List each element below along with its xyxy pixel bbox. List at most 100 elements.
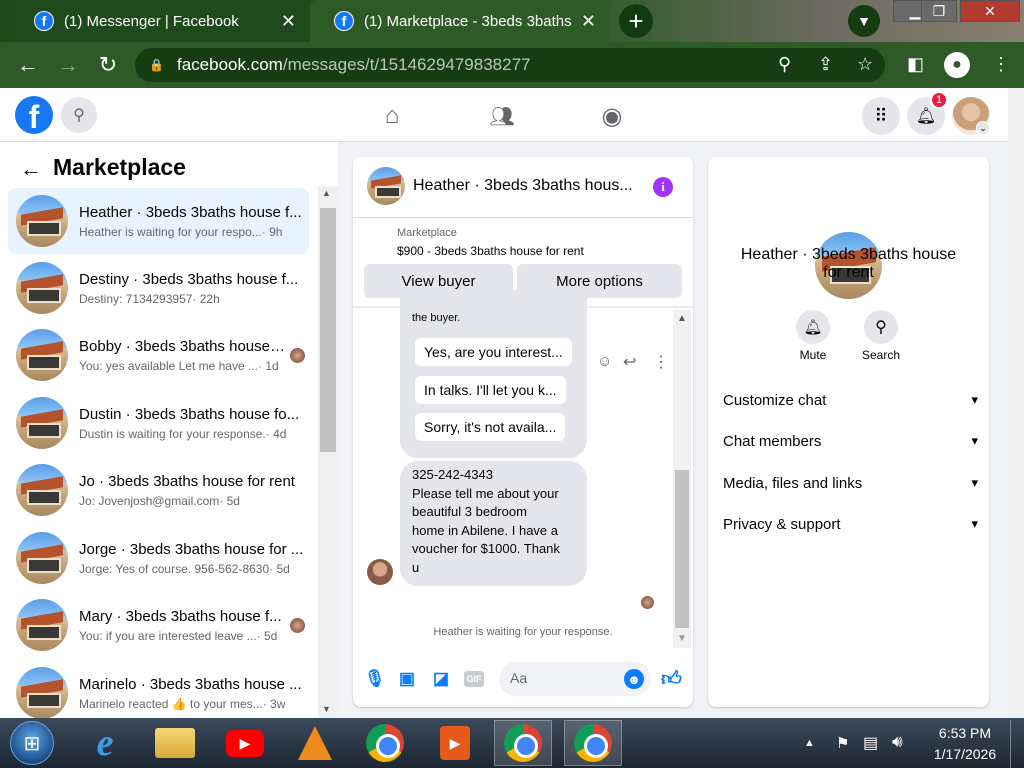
sticker-icon[interactable]: ◪ [431, 669, 451, 689]
conversation-item[interactable]: Bobby · 3beds 3baths house ... You: yes … [8, 322, 309, 388]
back-arrow-icon[interactable]: ← [14, 52, 42, 78]
show-desktop-button[interactable] [1010, 720, 1024, 768]
chrome-icon[interactable] [356, 720, 414, 766]
file-explorer-icon[interactable] [146, 720, 204, 766]
search-icon[interactable]: ⚲ [864, 310, 898, 344]
chrome-menu-icon[interactable]: ⋮ [992, 54, 1010, 75]
search-icon[interactable]: ⚲ [61, 97, 97, 133]
zoom-magnifier-icon[interactable]: ⚲ [778, 54, 791, 75]
back-arrow-icon[interactable]: ← [20, 156, 42, 182]
side-panel-icon[interactable]: ◧ [907, 54, 924, 75]
page-scrollbar[interactable] [1008, 88, 1024, 718]
quick-reply-button[interactable]: Sorry, it's not availa... [415, 413, 566, 441]
media-files-row[interactable]: Media, files and links ▾ [723, 475, 978, 492]
tab-marketplace[interactable]: f (1) Marketplace - 3beds 3baths h ✕ [310, 0, 610, 42]
action-center-flag-icon[interactable]: ⚑ [836, 734, 849, 752]
chevron-down-icon: ▾ [971, 392, 978, 407]
tab-search-chevron-icon[interactable]: ▼ [848, 5, 880, 37]
media-player-icon[interactable]: ▶ [426, 720, 484, 766]
read-receipt-avatar [641, 596, 654, 609]
photo-icon[interactable]: ▣ [397, 669, 417, 689]
scrollbar-thumb[interactable] [320, 208, 336, 452]
message-input-placeholder: Aa [510, 670, 528, 686]
menu-label: Customize chat [723, 392, 827, 409]
start-button[interactable]: ⊞ [10, 721, 54, 765]
volume-icon[interactable]: 🔊︎ [892, 732, 903, 752]
sender-avatar[interactable] [367, 559, 393, 585]
chat-house-avatar[interactable] [367, 167, 405, 205]
more-dots-icon[interactable]: ⋮ [653, 352, 669, 372]
chat-members-row[interactable]: Chat members ▾ [723, 433, 978, 450]
react-smile-icon[interactable]: ☺ [597, 353, 612, 370]
privacy-support-row[interactable]: Privacy & support ▾ [723, 516, 978, 533]
facebook-logo[interactable]: f [15, 96, 53, 134]
conversation-item[interactable]: Dustin · 3beds 3baths house fo... Dustin… [8, 390, 309, 456]
chevron-down-icon: ▾ [971, 475, 978, 490]
scroll-up-arrow-icon[interactable]: ▲ [322, 188, 331, 198]
header-divider [353, 217, 693, 218]
conversation-item[interactable]: Jorge · 3beds 3baths house for ... Jorge… [8, 525, 309, 591]
mute-bell-icon[interactable]: 🔔︎ [796, 310, 830, 344]
scroll-down-arrow-icon[interactable]: ▼ [677, 633, 687, 644]
network-icon[interactable]: ▤ [863, 733, 878, 753]
clock-time[interactable]: 6:53 PM [930, 725, 1000, 741]
forward-arrow-icon[interactable]: → [54, 52, 82, 78]
scroll-up-arrow-icon[interactable]: ▲ [677, 313, 687, 324]
message-bubble[interactable]: 325-242-4343 Please tell me about your b… [400, 461, 587, 586]
home-icon[interactable]: ⌂ [374, 99, 410, 133]
profile-avatar-icon[interactable]: ● [944, 52, 970, 78]
menu-label: Chat members [723, 433, 822, 450]
conversation-item[interactable]: Mary · 3beds 3baths house f... You: if y… [8, 592, 309, 658]
gif-icon[interactable]: GIF [464, 671, 484, 687]
tab-messenger[interactable]: f (1) Messenger | Facebook ✕ [10, 0, 310, 42]
details-title-line: Heather · 3beds 3baths house [740, 246, 957, 263]
internet-explorer-icon[interactable]: e [76, 720, 134, 766]
clock-date[interactable]: 1/17/2026 [926, 746, 1004, 762]
menu-grid-icon[interactable]: ⠿ [862, 97, 900, 135]
chat-header-title[interactable]: Heather · 3beds 3baths hous... [413, 177, 633, 195]
waiting-status: Heather is waiting for your response. [433, 626, 613, 638]
groups-icon[interactable]: ◉ [594, 99, 630, 133]
tab-close-icon[interactable]: ✕ [281, 11, 296, 32]
listing-title[interactable]: $900 - 3beds 3baths house for rent [397, 244, 584, 258]
conversation-item[interactable]: Jo · 3beds 3baths house for rent Jo: Jov… [8, 457, 309, 523]
youtube-icon[interactable]: ▶ [216, 720, 274, 766]
share-icon[interactable]: ⇪ [818, 54, 833, 75]
maximize-window-button[interactable]: ❐ [921, 0, 957, 22]
customize-chat-row[interactable]: Customize chat ▾ [723, 392, 978, 409]
conversation-name: Jorge · 3beds 3baths house for ... [79, 540, 304, 558]
vlc-icon[interactable] [286, 720, 344, 766]
chat-scrollbar-thumb[interactable] [675, 470, 689, 628]
thumbs-up-icon[interactable]: 👍︎ [661, 667, 682, 691]
message-line: u [412, 559, 420, 575]
chevron-down-icon: ▾ [971, 516, 978, 531]
conversation-item[interactable]: Heather · 3beds 3baths house f... Heathe… [8, 188, 309, 254]
reply-arrow-icon[interactable]: ↩ [623, 352, 636, 372]
address-bar[interactable]: 🔒 facebook.com/messages/t/15146294798382… [135, 48, 885, 82]
friends-icon[interactable]: 👥︎ [484, 99, 520, 133]
conversation-name: Jo · 3beds 3baths house for rent [79, 472, 295, 490]
show-hidden-icons-icon[interactable]: ▲ [804, 737, 815, 749]
close-window-button[interactable]: ✕ [960, 0, 1020, 22]
microphone-icon[interactable]: 🎙︎ [364, 669, 386, 689]
facebook-favicon-icon: f [334, 11, 354, 31]
quick-reply-button[interactable]: Yes, are you interest... [415, 338, 572, 366]
emoji-icon[interactable]: ☻ [624, 669, 644, 689]
reload-icon[interactable]: ↻ [94, 52, 122, 78]
chrome-window-icon[interactable] [494, 720, 552, 766]
info-icon[interactable]: i [653, 177, 673, 197]
account-chevron-icon[interactable]: ⌄ [976, 121, 990, 135]
conversation-name: Dustin · 3beds 3baths house fo... [79, 405, 300, 423]
conversation-snippet: Jorge: Yes of course. 956-562-8630 [79, 561, 270, 576]
conversation-time: · 5d [219, 493, 240, 508]
conversation-item[interactable]: Destiny · 3beds 3baths house f... Destin… [8, 255, 309, 321]
tab-close-icon[interactable]: ✕ [581, 11, 596, 32]
conversation-item[interactable]: Marinelo · 3beds 3baths house ... Marine… [8, 660, 309, 726]
bookmark-star-icon[interactable]: ☆ [857, 54, 873, 75]
new-tab-button[interactable]: + [619, 4, 653, 38]
scroll-down-arrow-icon[interactable]: ▼ [322, 704, 331, 714]
quick-reply-button[interactable]: In talks. I'll let you k... [415, 376, 566, 404]
url-host: facebook.com [177, 55, 283, 74]
facebook-favicon-icon: f [34, 11, 54, 31]
chrome-profile-window-icon[interactable] [564, 720, 622, 766]
